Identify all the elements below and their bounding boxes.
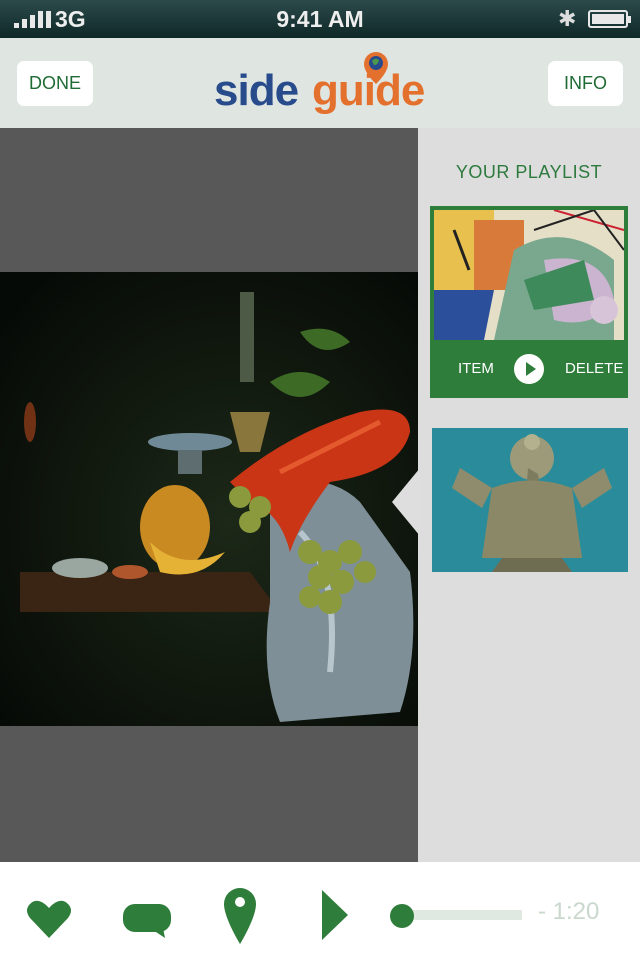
info-button[interactable]: INFO	[548, 61, 623, 106]
bottom-toolbar: - 1:20	[0, 862, 640, 960]
status-time: 9:41 AM	[276, 6, 364, 32]
time-remaining: - 1:20	[538, 898, 600, 925]
map-pin-icon[interactable]	[224, 888, 256, 944]
panel-pointer	[392, 468, 420, 536]
logo-pin-icon	[364, 52, 388, 84]
speech-bubble-icon[interactable]	[123, 902, 173, 938]
playlist-thumbnail-cubist-painting[interactable]	[434, 210, 624, 340]
play-icon[interactable]	[320, 890, 350, 940]
playlist-title: YOUR PLAYLIST	[455, 162, 603, 182]
battery-icon	[588, 10, 631, 28]
still-life-painting[interactable]	[0, 272, 418, 726]
app-logo: side guide	[214, 48, 439, 120]
playlist-delete-button[interactable]: DELETE	[565, 360, 623, 377]
bluetooth-icon: ✱	[558, 6, 577, 31]
playlist-item-label[interactable]: ITEM	[458, 360, 494, 377]
artwork-viewer	[0, 128, 418, 862]
play-icon[interactable]	[514, 354, 544, 384]
done-button[interactable]: DONE	[17, 61, 93, 106]
audio-progress-knob[interactable]	[390, 904, 414, 928]
playlist-item-controls: ITEM DELETE	[430, 340, 628, 398]
playlist-thumbnail-ganesha-statue[interactable]	[432, 428, 628, 572]
nav-bar: DONE side guide INFO	[0, 38, 640, 128]
audio-progress-track[interactable]	[402, 910, 522, 920]
heart-icon[interactable]	[26, 898, 72, 940]
status-bar: 3G 9:41 AM ✱	[0, 0, 640, 38]
